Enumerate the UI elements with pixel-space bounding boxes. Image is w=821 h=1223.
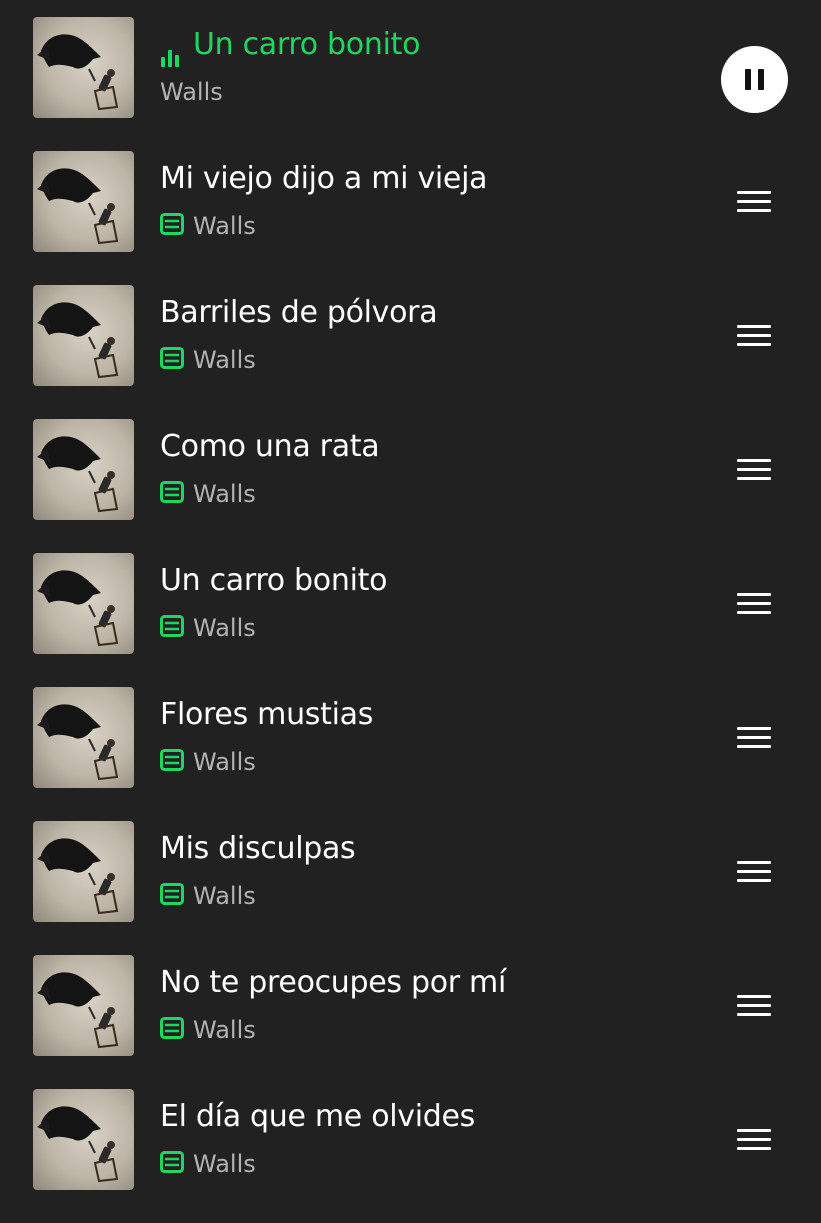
album-art (33, 553, 134, 654)
lyrics-badge-icon (160, 749, 184, 771)
track-subtitle: Walls (160, 344, 256, 374)
drag-handle-icon[interactable] (737, 325, 771, 347)
artist-name: Walls (193, 212, 256, 240)
artist-name: Walls (193, 1150, 256, 1178)
lyrics-badge-icon (160, 1017, 184, 1039)
artist-name: Walls (193, 346, 256, 374)
album-art (33, 151, 134, 252)
track-subtitle: Walls (160, 1014, 256, 1044)
now-playing-artist: Walls (160, 76, 223, 106)
album-art (33, 955, 134, 1056)
drag-handle-icon[interactable] (737, 191, 771, 213)
pause-icon (745, 69, 751, 90)
track-subtitle: Walls (160, 612, 256, 642)
now-playing-title: Un carro bonito (193, 27, 421, 62)
lyrics-badge-icon (160, 347, 184, 369)
lyrics-badge-icon (160, 481, 184, 503)
album-art (33, 17, 134, 118)
album-art (33, 419, 134, 520)
pause-icon-bar (758, 69, 764, 90)
track-subtitle: Walls (160, 210, 256, 240)
drag-handle-icon[interactable] (737, 861, 771, 883)
track-title: Barriles de pólvora (160, 295, 438, 330)
artist-name: Walls (193, 1016, 256, 1044)
lyrics-badge-icon (160, 1151, 184, 1173)
track-title: Un carro bonito (160, 563, 388, 598)
track-title: Flores mustias (160, 697, 374, 732)
artist-name: Walls (193, 748, 256, 776)
artist-name: Walls (193, 480, 256, 508)
track-title: Mis disculpas (160, 831, 356, 866)
drag-handle-icon[interactable] (737, 1129, 771, 1151)
track-subtitle: Walls (160, 746, 256, 776)
queue-track-row[interactable]: El día que me olvides Walls (0, 1089, 821, 1223)
queue-track-row[interactable]: Flores mustias Walls (0, 687, 821, 821)
artist-name: Walls (193, 882, 256, 910)
drag-handle-icon[interactable] (737, 593, 771, 615)
lyrics-badge-icon (160, 883, 184, 905)
now-playing-row[interactable]: Un carro bonito Walls (0, 17, 821, 151)
album-art (33, 687, 134, 788)
album-art (33, 285, 134, 386)
artist-name: Walls (160, 78, 223, 106)
lyrics-badge-icon (160, 615, 184, 637)
album-art (33, 1089, 134, 1190)
queue-track-row[interactable]: Como una rata Walls (0, 419, 821, 553)
queue-track-row[interactable]: No te preocupes por mí Walls (0, 955, 821, 1089)
track-title: Como una rata (160, 429, 380, 464)
queue-track-row[interactable]: Barriles de pólvora Walls (0, 285, 821, 419)
album-art (33, 821, 134, 922)
pause-button[interactable] (721, 46, 788, 113)
track-subtitle: Walls (160, 880, 256, 910)
drag-handle-icon[interactable] (737, 727, 771, 749)
drag-handle-icon[interactable] (737, 459, 771, 481)
track-subtitle: Walls (160, 478, 256, 508)
artist-name: Walls (193, 614, 256, 642)
track-subtitle: Walls (160, 1148, 256, 1178)
equalizer-icon (161, 49, 183, 67)
queue-track-row[interactable]: Mis disculpas Walls (0, 821, 821, 955)
track-title: El día que me olvides (160, 1099, 475, 1134)
lyrics-badge-icon (160, 213, 184, 235)
track-title: No te preocupes por mí (160, 965, 507, 1000)
queue-track-row[interactable]: Mi viejo dijo a mi vieja Walls (0, 151, 821, 285)
queue-track-row[interactable]: Un carro bonito Walls (0, 553, 821, 687)
drag-handle-icon[interactable] (737, 995, 771, 1017)
track-title: Mi viejo dijo a mi vieja (160, 161, 488, 196)
